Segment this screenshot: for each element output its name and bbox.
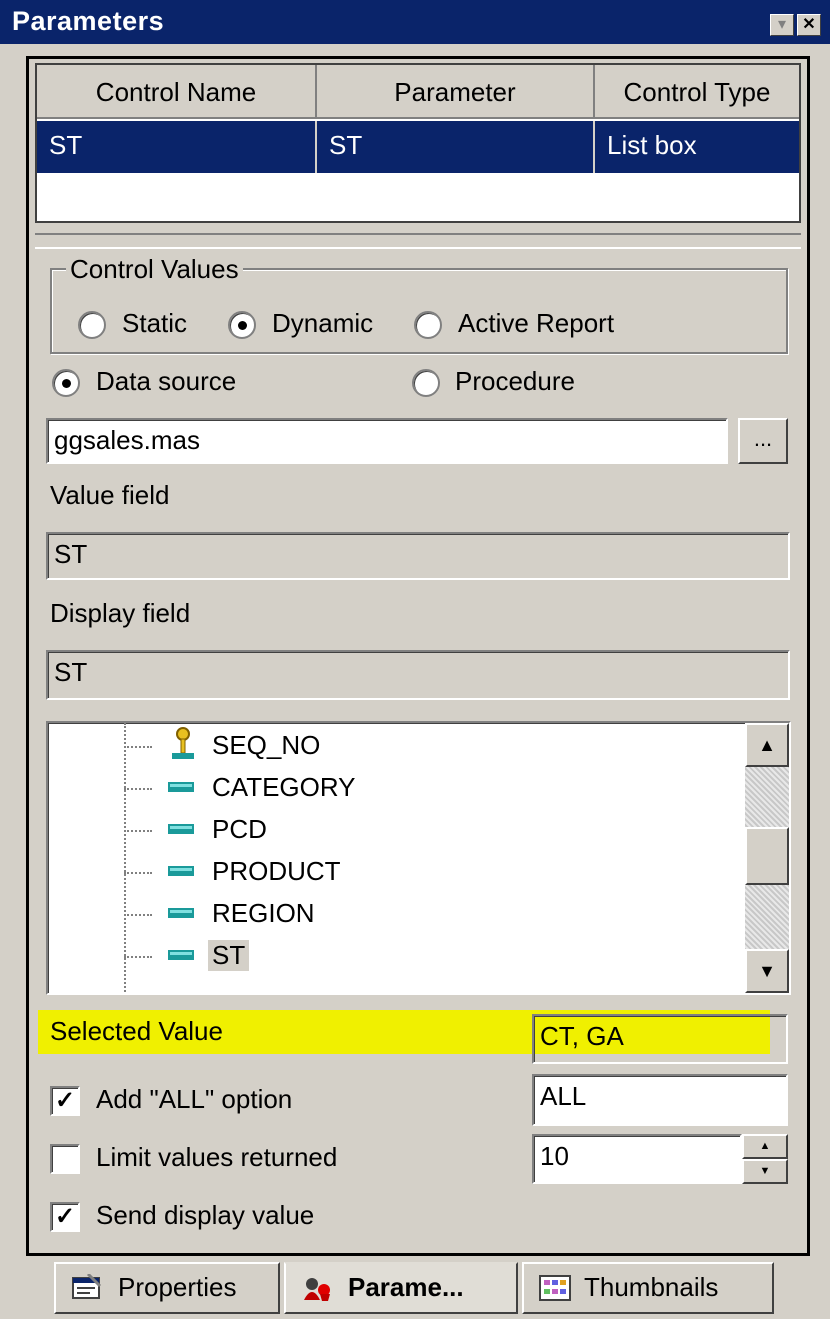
tree-branch (124, 956, 152, 958)
field-icon (168, 866, 194, 876)
tree-item-label[interactable]: PCD (208, 814, 271, 845)
field-icon (168, 950, 194, 960)
tree-item-label[interactable]: PRODUCT (208, 856, 345, 887)
tree-item[interactable]: SEQ_NO (48, 726, 738, 768)
tree-item-label[interactable]: SEQ_NO (208, 730, 324, 761)
radio-active-report[interactable] (414, 311, 442, 339)
tab-parameters[interactable]: Parame... (284, 1262, 518, 1314)
column-header-control-type[interactable]: Control Type (595, 65, 799, 119)
radio-static-label[interactable]: Static (122, 308, 187, 339)
scroll-up-button[interactable]: ▲ (745, 723, 789, 767)
send-display-checkbox[interactable]: ✓ (50, 1202, 80, 1232)
field-icon (168, 908, 194, 918)
scroll-thumb[interactable] (745, 827, 789, 885)
panel-menu-button[interactable]: ▾ (770, 14, 794, 36)
all-value-input[interactable]: ALL (532, 1074, 788, 1126)
selected-value-label: Selected Value (50, 1016, 223, 1046)
tab-parameters-label: Parame... (348, 1272, 464, 1302)
window-title: Parameters (12, 6, 165, 36)
display-field-input[interactable]: ST (46, 650, 790, 700)
radio-procedure[interactable] (412, 369, 440, 397)
table-cell-control-type[interactable]: List box (595, 121, 799, 173)
field-icon (168, 824, 194, 834)
tree-item-selected[interactable]: ST (48, 936, 738, 978)
column-header-parameter[interactable]: Parameter (317, 65, 595, 119)
value-field-label: Value field (50, 480, 170, 510)
tree-item-label[interactable]: REGION (208, 898, 319, 929)
field-icon (168, 782, 194, 792)
radio-data-source-label[interactable]: Data source (96, 366, 236, 397)
data-source-input[interactable]: ggsales.mas (46, 418, 728, 464)
limit-values-label[interactable]: Limit values returned (96, 1142, 337, 1173)
radio-active-report-label[interactable]: Active Report (458, 308, 614, 339)
thumbnails-icon (539, 1275, 571, 1301)
radio-dynamic[interactable] (228, 311, 256, 339)
properties-icon (72, 1274, 102, 1299)
tab-properties-label: Properties (118, 1272, 237, 1302)
key-icon (172, 727, 194, 759)
tree-item-label[interactable]: ST (208, 940, 250, 971)
scroll-down-button[interactable]: ▼ (745, 949, 789, 993)
display-field-label: Display field (50, 598, 191, 628)
column-header-control-name[interactable]: Control Name (37, 65, 317, 119)
table-cell-control-name[interactable]: ST (37, 121, 317, 173)
tree-item[interactable]: REGION (48, 894, 738, 936)
spin-down-button[interactable]: ▼ (742, 1159, 788, 1184)
tab-properties[interactable]: Properties (54, 1262, 280, 1314)
tab-thumbnails[interactable]: Thumbnails (522, 1262, 774, 1314)
radio-procedure-label[interactable]: Procedure (455, 366, 575, 397)
limit-value-input[interactable]: 10 (532, 1134, 742, 1184)
tree-branch (124, 914, 152, 916)
selected-value-input[interactable]: CT, GA (532, 1014, 788, 1064)
send-display-label[interactable]: Send display value (96, 1200, 314, 1231)
parameters-icon (304, 1278, 330, 1301)
table-cell-parameter[interactable]: ST (317, 121, 595, 173)
add-all-checkbox[interactable]: ✓ (50, 1086, 80, 1116)
tree-item[interactable]: CATEGORY (48, 768, 738, 810)
tab-thumbnails-label: Thumbnails (584, 1272, 719, 1302)
control-values-legend: Control Values (66, 254, 243, 285)
tree-branch (124, 872, 152, 874)
browse-button[interactable]: ... (738, 418, 788, 464)
close-button[interactable]: ✕ (797, 14, 821, 36)
radio-static[interactable] (78, 311, 106, 339)
tree-branch (124, 830, 152, 832)
tree-branch (124, 746, 152, 748)
splitter-bar[interactable] (35, 233, 801, 249)
tree-item[interactable]: PRODUCT (48, 852, 738, 894)
tree-branch (124, 788, 152, 790)
field-tree[interactable]: SEQ_NO CATEGORY PCD PRODUCT REGION ST (46, 721, 791, 995)
tree-item[interactable]: PCD (48, 810, 738, 852)
tree-scrollbar[interactable]: ▲ ▼ (745, 723, 789, 993)
spin-up-button[interactable]: ▲ (742, 1134, 788, 1159)
radio-data-source[interactable] (52, 369, 80, 397)
value-field-input[interactable]: ST (46, 532, 790, 580)
radio-dynamic-label[interactable]: Dynamic (272, 308, 373, 339)
add-all-label[interactable]: Add "ALL" option (96, 1084, 292, 1115)
tree-item-label[interactable]: CATEGORY (208, 772, 360, 803)
controls-table: Control Name Parameter Control Type ST S… (35, 63, 801, 223)
limit-values-checkbox[interactable] (50, 1144, 80, 1174)
